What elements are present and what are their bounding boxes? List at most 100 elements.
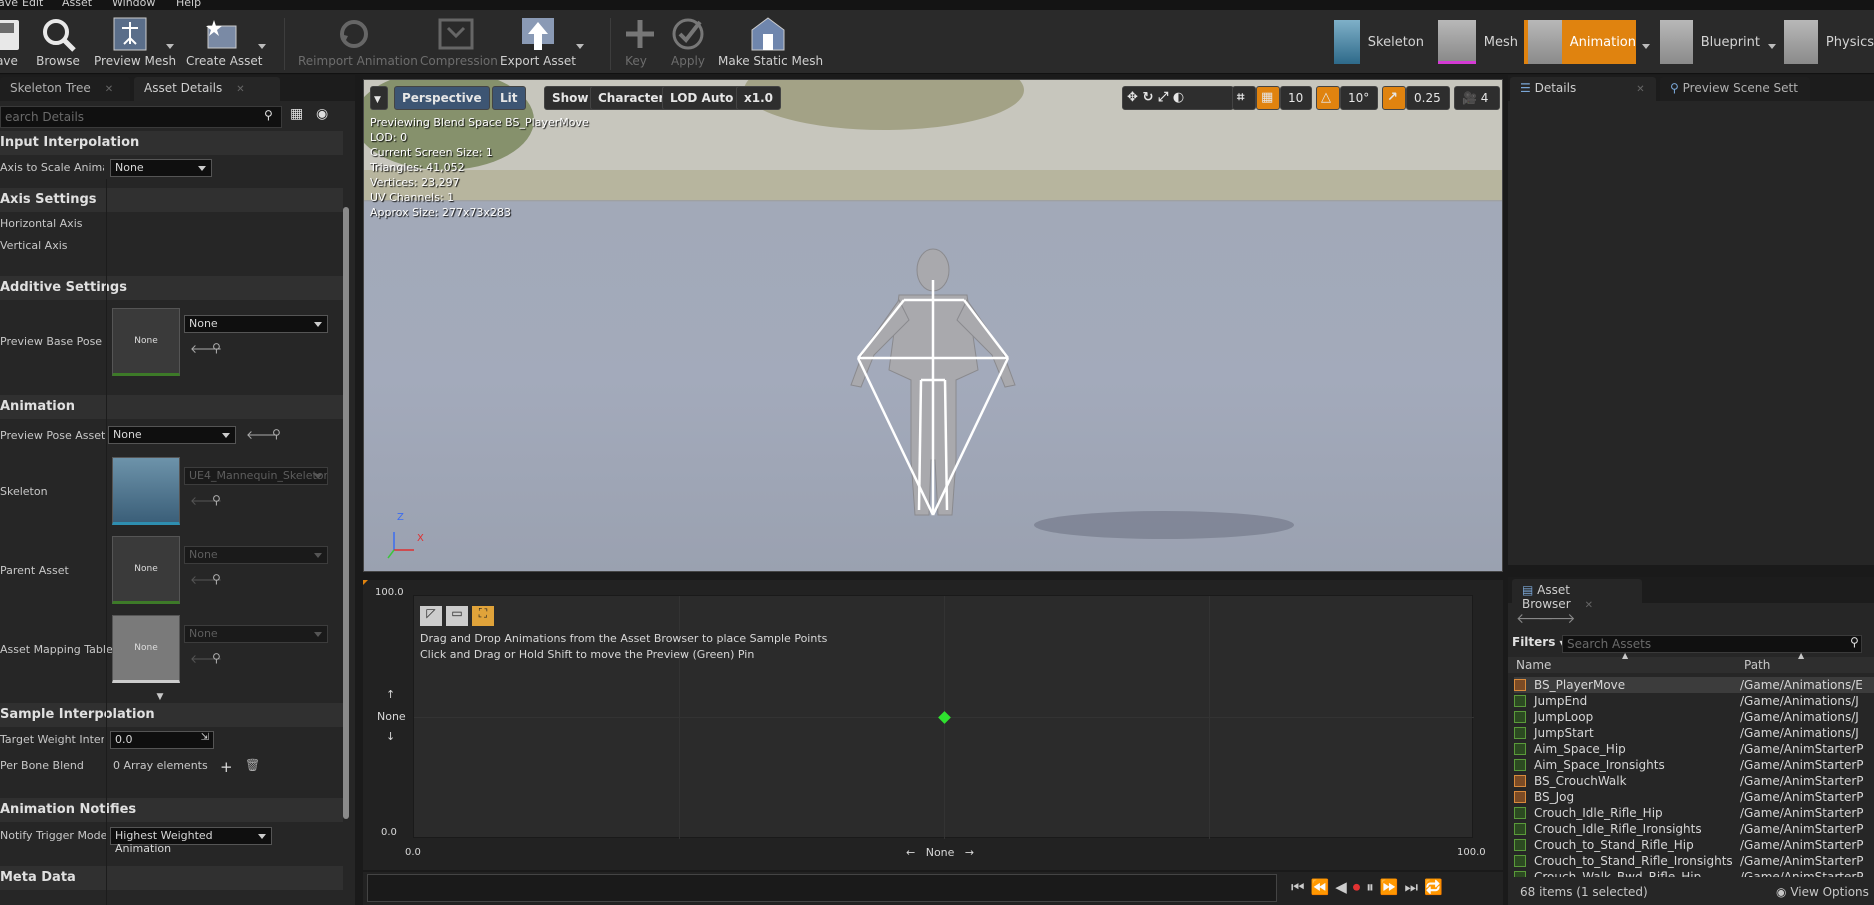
tab-skeleton-tree[interactable]: Skeleton Tree ✕ (0, 77, 130, 101)
asset-row[interactable]: Crouch_Walk_Bwd_Rifle_Hip/Game/AnimStart… (1514, 869, 1874, 877)
compression-button[interactable]: Compression (420, 14, 498, 68)
make-static-mesh-button[interactable]: Make Static Mesh (718, 14, 823, 68)
details-scrollbar[interactable] (343, 207, 349, 819)
category-sample-interpolation[interactable]: Sample Interpolation (0, 703, 343, 727)
perspective-button[interactable]: Perspective (394, 86, 490, 110)
menu-window[interactable]: Window (112, 0, 155, 9)
details-search-input[interactable]: earch Details (0, 106, 282, 128)
triangulation-toggle-icon[interactable]: ◸ (420, 606, 442, 626)
close-icon[interactable]: ✕ (105, 84, 113, 95)
scale-snap-toggle[interactable]: ↗ (1382, 86, 1406, 110)
browse-search-icon[interactable]: ⚲ (212, 493, 221, 507)
menu-help[interactable]: Help (176, 0, 201, 9)
close-icon[interactable]: ✕ (236, 84, 244, 95)
show-button[interactable]: Show (544, 86, 597, 110)
tab-asset-browser[interactable]: ▤ Asset Browser ✕ (1512, 579, 1642, 611)
preview-mesh-dropdown-icon[interactable] (166, 44, 174, 49)
scale-icon[interactable]: ⤢ (1158, 90, 1168, 105)
mode-animation[interactable]: Animation (1524, 20, 1636, 64)
save-button[interactable]: ave (0, 14, 22, 68)
preview-pin[interactable] (938, 711, 951, 724)
asset-row[interactable]: BS_Jog/Game/AnimStarterP (1514, 789, 1874, 805)
menu-asset[interactable]: Asset (62, 0, 92, 9)
grid-snap-toggle[interactable]: ▦ (1256, 86, 1280, 110)
category-meta-data[interactable]: Meta Data (0, 866, 343, 890)
viewport-options-button[interactable]: ▼ (370, 86, 388, 110)
grid-size-button[interactable]: 10 (1280, 86, 1312, 110)
preview-viewport[interactable]: ▼ Perspective Lit Show Character LOD Aut… (363, 79, 1503, 572)
history-forward-icon[interactable]: 🡒 (1538, 610, 1576, 627)
menu-edit[interactable]: Edit (22, 0, 43, 9)
asset-row[interactable]: JumpLoop/Game/Animations/J (1514, 709, 1874, 725)
category-input-interpolation[interactable]: Input Interpolation (0, 131, 343, 155)
asset-row[interactable]: JumpEnd/Game/Animations/J (1514, 693, 1874, 709)
rotation-snap-button[interactable]: 10° (1340, 86, 1378, 110)
asset-row[interactable]: Crouch_to_Stand_Rifle_Ironsights/Game/An… (1514, 853, 1874, 869)
character-button[interactable]: Character (590, 86, 673, 110)
rotate-icon[interactable]: ↻ (1142, 90, 1153, 105)
camera-speed-button[interactable]: 🎥 4 (1454, 86, 1500, 110)
browse-search-icon[interactable]: ⚲ (272, 427, 281, 441)
scale-snap-button[interactable]: 0.25 (1406, 86, 1450, 110)
browse-search-icon[interactable]: ⚲ (212, 341, 221, 355)
blueprint-mode-dropdown-icon[interactable] (1768, 44, 1776, 49)
skip-to-end-icon[interactable]: ⏭ (1404, 878, 1424, 896)
asset-row[interactable]: Aim_Space_Ironsights/Game/AnimStarterP (1514, 757, 1874, 773)
translate-icon[interactable]: ✥ (1127, 90, 1138, 105)
trash-icon[interactable]: 🗑 (245, 758, 260, 772)
stretch-to-fit-icon[interactable]: ⛶ (472, 606, 494, 626)
show-advanced-toggle[interactable]: ▼ (0, 689, 320, 702)
rotation-snap-toggle[interactable]: △ (1316, 86, 1340, 110)
mode-skeleton[interactable]: Skeleton (1334, 20, 1424, 64)
mode-physics[interactable]: Physics (1784, 20, 1874, 64)
preview-pose-asset-dropdown[interactable]: None (108, 426, 236, 444)
column-name[interactable]: Name (1516, 658, 1551, 672)
create-asset-button[interactable]: Create Asset (186, 14, 263, 68)
skeleton-thumbnail[interactable] (112, 457, 180, 525)
table-view-icon[interactable]: ▦ (290, 106, 303, 122)
browse-search-icon[interactable]: ⚲ (212, 651, 221, 665)
export-dropdown-icon[interactable] (576, 44, 584, 49)
asset-row[interactable]: BS_CrouchWalk/Game/AnimStarterP (1514, 773, 1874, 789)
key-button[interactable]: Key (620, 14, 654, 68)
lod-button[interactable]: LOD Auto (662, 86, 742, 110)
category-animation-notifies[interactable]: Animation Notifies (0, 798, 343, 822)
browse-search-icon[interactable]: ⚲ (212, 572, 221, 586)
parent-asset-dropdown[interactable]: None (184, 546, 328, 564)
asset-row[interactable]: Aim_Space_Hip/Game/AnimStarterP (1514, 741, 1874, 757)
eye-icon[interactable]: ◉ (316, 106, 328, 122)
column-path[interactable]: Path (1744, 658, 1770, 672)
row-vertical-axis[interactable]: Vertical Axis (0, 235, 343, 257)
preview-mesh-button[interactable]: Preview Mesh (94, 14, 176, 68)
reimport-animation-button[interactable]: Reimport Animation (298, 14, 418, 68)
close-icon[interactable]: ✕ (1585, 600, 1593, 611)
tab-preview-scene-settings[interactable]: ⚲ Preview Scene Sett✕ (1660, 77, 1810, 101)
axis-to-scale-dropdown[interactable]: None (110, 159, 212, 177)
surface-snap-button[interactable]: ⌗ (1232, 86, 1256, 110)
asset-mapping-dropdown[interactable]: None (184, 625, 328, 643)
add-element-icon[interactable]: + (220, 758, 233, 776)
category-additive-settings[interactable]: Additive Settings (0, 276, 343, 300)
category-animation[interactable]: Animation (0, 395, 343, 419)
loop-icon[interactable]: 🔁 (1424, 878, 1449, 896)
step-forward-icon[interactable]: ⏩ (1380, 878, 1405, 896)
menu-file[interactable]: ave (0, 0, 18, 9)
close-icon[interactable]: ✕ (1636, 84, 1644, 95)
apply-button[interactable]: Apply (666, 14, 710, 68)
tab-asset-details[interactable]: Asset Details ✕ (134, 77, 280, 101)
mode-mesh[interactable]: Mesh (1438, 20, 1518, 64)
category-axis-settings[interactable]: Axis Settings (0, 188, 343, 212)
pause-icon[interactable]: ⏸ (1366, 878, 1380, 896)
skip-to-start-icon[interactable]: ⏮ (1291, 878, 1311, 896)
target-weight-input[interactable]: 0.0 ⇲ (110, 731, 214, 749)
notify-trigger-dropdown[interactable]: Highest Weighted Animation (110, 827, 272, 855)
asset-row[interactable]: Crouch_Idle_Rifle_Ironsights/Game/AnimSt… (1514, 821, 1874, 837)
asset-search-input[interactable]: Search Assets (1562, 635, 1862, 653)
timeline-track[interactable] (367, 874, 1277, 902)
preview-base-pose-dropdown[interactable]: None (184, 315, 328, 333)
skeleton-dropdown[interactable]: UE4_Mannequin_Skeleton (184, 467, 328, 485)
parent-asset-thumbnail[interactable]: None (112, 536, 180, 604)
tab-details[interactable]: ☰ Details ✕ (1510, 77, 1656, 101)
step-back-icon[interactable]: ⏪ (1311, 878, 1336, 896)
mode-blueprint[interactable]: Blueprint (1660, 20, 1760, 64)
